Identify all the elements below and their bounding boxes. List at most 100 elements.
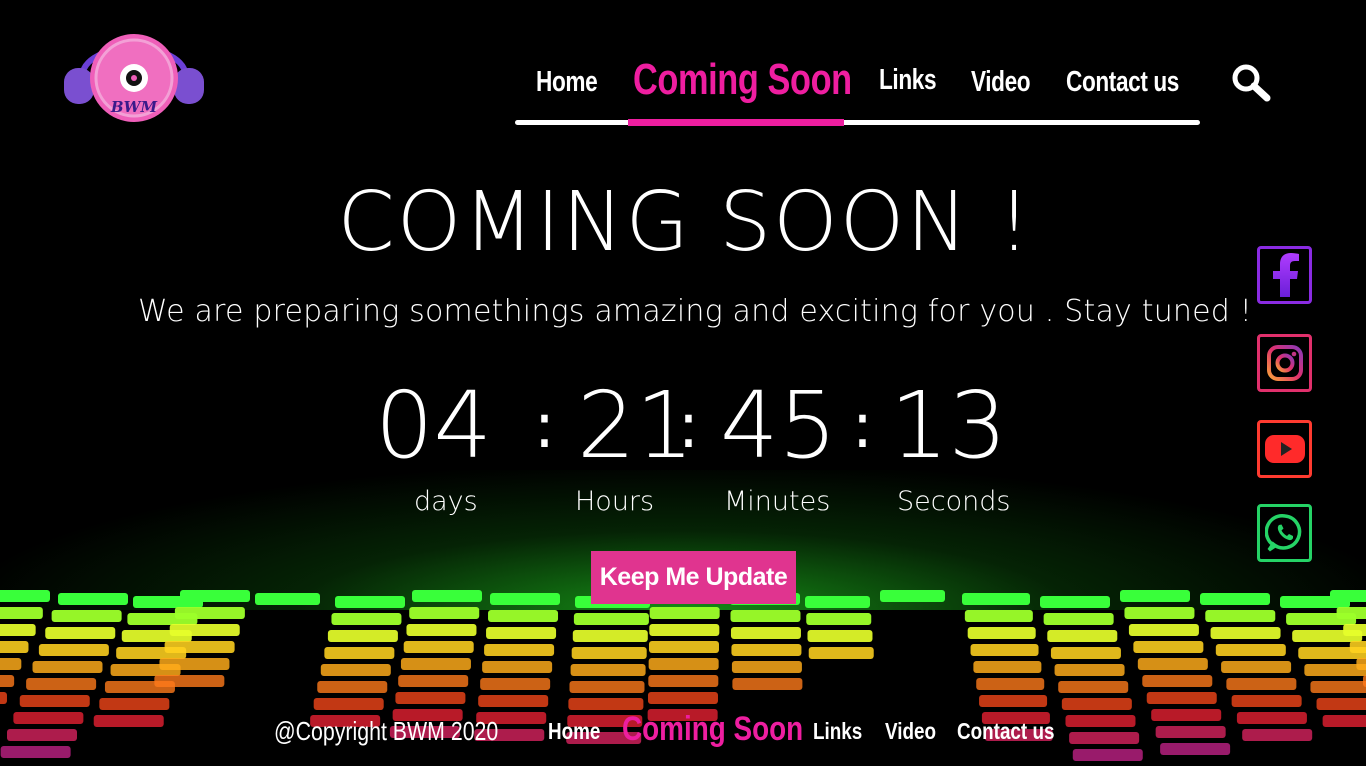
equalizer-bar — [164, 641, 235, 653]
equalizer-bar — [116, 647, 187, 659]
equalizer-bar — [573, 613, 649, 625]
equalizer-bar — [970, 644, 1039, 656]
equalizer-bar — [570, 664, 646, 676]
equalizer-bar — [1292, 630, 1363, 642]
equalizer-bar — [731, 661, 802, 673]
equalizer-bar — [976, 678, 1045, 690]
equalizer-bar — [1242, 729, 1313, 741]
equalizer-bar — [1065, 715, 1136, 727]
equalizer-bar — [488, 610, 559, 622]
equalizer-bar — [1160, 743, 1231, 755]
whatsapp-button[interactable] — [1257, 504, 1312, 562]
nav-links[interactable]: Links — [879, 64, 937, 97]
equalizer-bar — [964, 610, 1033, 622]
equalizer-bar — [732, 678, 803, 690]
nav-coming-soon[interactable]: Coming Soon — [633, 55, 852, 105]
equalizer-bar — [406, 624, 477, 636]
footer-nav-video[interactable]: Video — [885, 718, 936, 745]
equalizer-bar — [400, 658, 471, 670]
equalizer-bar — [255, 593, 320, 605]
countdown-seconds: 13 — [890, 372, 1008, 479]
equalizer-bar — [1120, 590, 1190, 602]
equalizer-bar — [1356, 658, 1366, 670]
equalizer-bar — [0, 607, 43, 619]
equalizer-bar — [730, 610, 801, 622]
page-subtitle: We are preparing somethings amazing and … — [137, 294, 1253, 329]
nav-contact-us[interactable]: Contact us — [1066, 66, 1179, 99]
equalizer-bar — [1336, 607, 1366, 619]
equalizer-bar — [1142, 675, 1213, 687]
equalizer-bar — [649, 607, 720, 619]
equalizer-bar — [490, 593, 560, 605]
equalizer-bar — [1330, 590, 1366, 602]
footer-nav-home[interactable]: Home — [548, 718, 600, 745]
nav-video[interactable]: Video — [971, 66, 1031, 99]
equalizer-bar — [1040, 596, 1110, 608]
footer-nav-contact-us[interactable]: Contact us — [957, 718, 1054, 745]
equalizer-bar — [1322, 715, 1366, 727]
equalizer-bar — [731, 644, 802, 656]
keep-me-update-button[interactable]: Keep Me Update — [591, 551, 796, 604]
equalizer-bar — [7, 729, 77, 741]
equalizer-bar — [1072, 749, 1143, 761]
equalizer-bar — [1069, 732, 1140, 744]
equalizer-bar — [648, 641, 719, 653]
countdown-separator: : — [534, 389, 555, 462]
equalizer-bar — [648, 658, 719, 670]
equalizer-bar — [45, 627, 116, 639]
equalizer-bar — [0, 641, 29, 653]
youtube-button[interactable] — [1257, 420, 1312, 478]
equalizer-bar — [568, 698, 644, 710]
equalizer-bar — [174, 607, 245, 619]
equalizer-bar — [32, 661, 103, 673]
equalizer-bar — [335, 596, 405, 608]
headphones-disc-icon: BWM — [64, 34, 204, 122]
instagram-button[interactable] — [1257, 334, 1312, 392]
footer-copyright: @Copyright BWM 2020 — [274, 716, 499, 746]
equalizer-bar — [320, 664, 391, 676]
equalizer-bar — [317, 681, 388, 693]
equalizer-bar — [121, 630, 192, 642]
equalizer-bar — [805, 596, 870, 608]
equalizer-bar — [1298, 647, 1366, 659]
equalizer-bar — [154, 675, 225, 687]
instagram-icon — [1266, 345, 1303, 381]
nav-underline — [515, 120, 1200, 125]
equalizer-bar — [324, 647, 395, 659]
equalizer-bar — [13, 712, 84, 724]
equalizer-bar — [99, 698, 170, 710]
search-icon[interactable] — [1230, 62, 1272, 104]
footer-nav-coming-soon[interactable]: Coming Soon — [622, 710, 803, 749]
equalizer-bar — [1210, 627, 1281, 639]
equalizer-bar — [0, 675, 15, 687]
equalizer-bar — [0, 590, 50, 602]
countdown-minutes: 45 — [720, 372, 838, 479]
main-nav: Home Coming Soon Links Video Contact us — [515, 50, 1200, 130]
equalizer-bar — [38, 644, 109, 656]
facebook-button[interactable] — [1257, 246, 1312, 304]
equalizer-bar — [331, 613, 402, 625]
nav-home[interactable]: Home — [536, 66, 598, 99]
equalizer-bar — [1058, 681, 1129, 693]
brand-logo[interactable]: BWM — [62, 20, 206, 124]
equalizer-bar — [313, 698, 384, 710]
equalizer-bar — [967, 627, 1036, 639]
footer-nav-links[interactable]: Links — [813, 718, 862, 745]
equalizer-bar — [973, 661, 1042, 673]
equalizer-bar — [1349, 641, 1366, 653]
equalizer-bar — [327, 630, 398, 642]
equalizer-bar — [648, 675, 719, 687]
equalizer-bar — [1146, 692, 1217, 704]
facebook-icon — [1272, 253, 1299, 297]
equalizer-bar — [19, 695, 90, 707]
equalizer-bar — [571, 647, 647, 659]
equalizer-bar — [1054, 664, 1125, 676]
countdown-separator: : — [852, 389, 873, 462]
equalizer-bar — [478, 695, 549, 707]
youtube-icon — [1264, 435, 1305, 463]
equalizer-bar — [51, 610, 122, 622]
equalizer-bar — [395, 692, 466, 704]
equalizer-bar — [1286, 613, 1357, 625]
equalizer-bar — [569, 681, 645, 693]
equalizer-bar — [169, 624, 240, 636]
